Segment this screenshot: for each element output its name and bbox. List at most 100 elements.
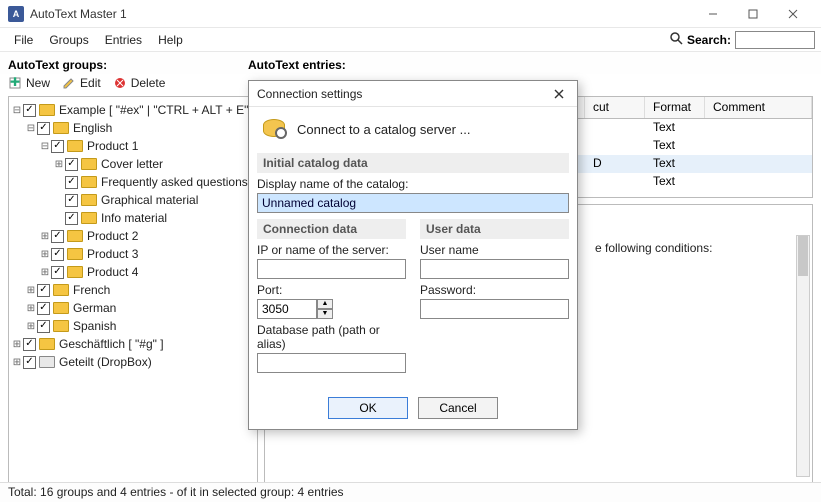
expand-icon[interactable]: ⊟ [25, 123, 37, 134]
port-stepper[interactable]: ▲▼ [257, 299, 406, 319]
expand-icon[interactable]: ⊞ [25, 303, 37, 314]
col-shortcut[interactable]: cut [585, 97, 645, 118]
scrollbar[interactable] [796, 235, 810, 477]
checkbox[interactable] [51, 266, 64, 279]
checkbox[interactable] [65, 212, 78, 225]
display-name-input[interactable] [257, 193, 569, 213]
dialog-titlebar: Connection settings [249, 81, 577, 107]
db-path-label: Database path (path or alias) [257, 323, 406, 351]
search-input[interactable] [735, 31, 815, 49]
dialog-title: Connection settings [257, 87, 549, 101]
expand-icon[interactable]: ⊞ [39, 231, 51, 242]
scrollbar-thumb[interactable] [798, 236, 808, 276]
group-user: User data [420, 219, 569, 239]
tree-german[interactable]: German [73, 301, 116, 315]
ip-input[interactable] [257, 259, 406, 279]
folder-icon [53, 284, 69, 296]
expand-icon[interactable]: ⊞ [25, 285, 37, 296]
ok-button[interactable]: OK [328, 397, 408, 419]
tree-graph[interactable]: Graphical material [101, 193, 198, 207]
group-initial-catalog: Initial catalog data [257, 153, 569, 173]
checkbox[interactable] [65, 158, 78, 171]
expand-icon[interactable]: ⊞ [39, 249, 51, 260]
expand-icon[interactable]: ⊞ [39, 267, 51, 278]
spin-up-icon[interactable]: ▲ [317, 299, 333, 309]
folder-icon [39, 338, 55, 350]
tree-product2[interactable]: Product 2 [87, 229, 138, 243]
delete-label: Delete [131, 76, 166, 90]
checkbox[interactable] [51, 230, 64, 243]
connection-settings-dialog: Connection settings Connect to a catalog… [248, 80, 578, 430]
checkbox[interactable] [37, 320, 50, 333]
checkbox[interactable] [65, 194, 78, 207]
expand-icon[interactable]: ⊟ [39, 141, 51, 152]
menu-entries[interactable]: Entries [97, 31, 150, 49]
maximize-button[interactable] [733, 0, 773, 28]
expand-icon[interactable]: ⊞ [11, 339, 23, 350]
checkbox[interactable] [37, 122, 50, 135]
window-titlebar: A AutoText Master 1 [0, 0, 821, 28]
tree-geteilt[interactable]: Geteilt (DropBox) [59, 355, 152, 369]
tree-example[interactable]: Example [ "#ex" | "CTRL + ALT + E" ] [59, 103, 255, 117]
checkbox[interactable] [23, 338, 36, 351]
tree-faq[interactable]: Frequently asked questions [101, 175, 248, 189]
tree-product4[interactable]: Product 4 [87, 265, 138, 279]
search-label: Search: [687, 33, 731, 47]
col-format[interactable]: Format [645, 97, 705, 118]
app-icon: A [8, 6, 24, 22]
tree-french[interactable]: French [73, 283, 110, 297]
tree-spanish[interactable]: Spanish [73, 319, 116, 333]
close-icon[interactable] [549, 84, 569, 104]
edit-label: Edit [80, 76, 101, 90]
minimize-button[interactable] [693, 0, 733, 28]
username-label: User name [420, 243, 569, 257]
folder-icon [81, 194, 97, 206]
new-button[interactable]: ✚New [8, 76, 50, 90]
tree-geschaeftlich[interactable]: Geschäftlich [ "#g" ] [59, 337, 164, 351]
folder-icon [67, 230, 83, 242]
expand-icon[interactable]: ⊟ [11, 105, 23, 116]
tree-product1[interactable]: Product 1 [87, 139, 138, 153]
menu-help[interactable]: Help [150, 31, 191, 49]
tree-cover[interactable]: Cover letter [101, 157, 163, 171]
groups-tree[interactable]: ⊟ Example [ "#ex" | "CTRL + ALT + E" ] ⊟ E… [8, 96, 258, 486]
folder-icon [39, 356, 55, 368]
group-connection: Connection data [257, 219, 406, 239]
edit-button[interactable]: Edit [62, 76, 101, 90]
checkbox[interactable] [65, 176, 78, 189]
username-input[interactable] [420, 259, 569, 279]
checkbox[interactable] [51, 140, 64, 153]
password-label: Password: [420, 283, 569, 297]
checkbox[interactable] [37, 284, 50, 297]
dialog-heading: Connect to a catalog server ... [297, 122, 470, 137]
folder-icon [67, 266, 83, 278]
expand-icon[interactable]: ⊞ [25, 321, 37, 332]
folder-icon [81, 158, 97, 170]
menu-groups[interactable]: Groups [41, 31, 96, 49]
password-input[interactable] [420, 299, 569, 319]
expand-icon[interactable]: ⊞ [53, 159, 65, 170]
checkbox[interactable] [37, 302, 50, 315]
tree-english[interactable]: English [73, 121, 112, 135]
checkbox[interactable] [23, 356, 36, 369]
groups-heading: AutoText groups: [8, 58, 248, 72]
close-button[interactable] [773, 0, 813, 28]
entries-heading: AutoText entries: [248, 58, 346, 72]
tree-product3[interactable]: Product 3 [87, 247, 138, 261]
tree-info[interactable]: Info material [101, 211, 167, 225]
cancel-button[interactable]: Cancel [418, 397, 498, 419]
spin-down-icon[interactable]: ▼ [317, 309, 333, 319]
port-input[interactable] [257, 299, 317, 319]
db-path-input[interactable] [257, 353, 406, 373]
expand-icon[interactable]: ⊞ [11, 357, 23, 368]
checkbox[interactable] [51, 248, 64, 261]
delete-button[interactable]: Delete [113, 76, 166, 90]
menu-bar: File Groups Entries Help Search: [0, 28, 821, 52]
folder-icon [81, 212, 97, 224]
search-icon [669, 31, 683, 48]
checkbox[interactable] [23, 104, 36, 117]
svg-text:✚: ✚ [10, 76, 20, 89]
menu-file[interactable]: File [6, 31, 41, 49]
ip-label: IP or name of the server: [257, 243, 406, 257]
col-comment[interactable]: Comment [705, 97, 812, 118]
